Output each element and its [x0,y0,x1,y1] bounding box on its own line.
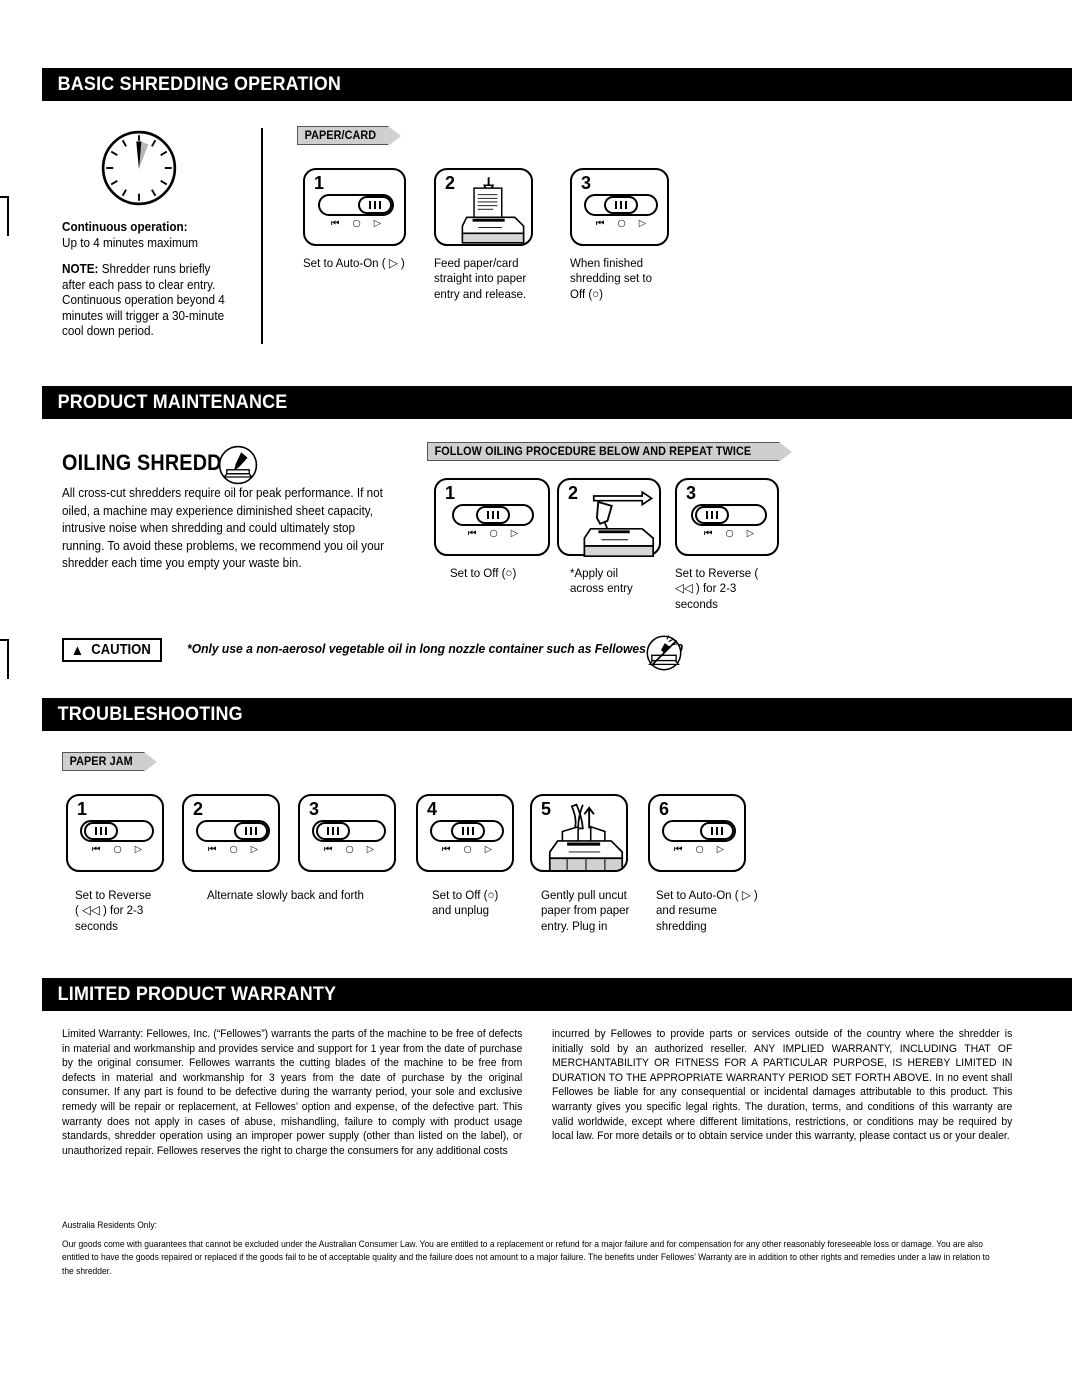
switch-mark-forward: ▷ [484,844,493,855]
oiling-shredder-body: All cross-cut shredders require oil for … [62,486,385,570]
continuous-operation-value: Up to 4 minutes maximum [62,235,199,250]
switch-mark-forward: ▷ [134,844,143,855]
continuous-operation-block: Continuous operation: Up to 4 minutes ma… [62,220,234,251]
oiling-step-3: 3 ⏮ ○ ▷ [675,478,779,556]
basic-step-1-number: 1 [314,173,325,193]
caution-text: *Only use a non-aerosol vegetable oil in… [187,641,683,656]
oiling-step-3-caption: Set to Reverse ( ◁◁ ) for 2-3 seconds [675,566,759,611]
troubleshooting-step-6-caption: Set to Auto-On ( ▷ ) and resume shreddin… [656,888,758,933]
basic-step-3: 3 ⏮ ○ ▷ [570,168,669,246]
switch-mark-off: ○ [489,528,498,539]
troubleshooting-step-4: 4 ⏮ ○ ▷ [416,794,514,872]
registration-mark-left-bottom-v [7,639,9,679]
switch-mark-reverse: ⏮ [467,528,477,539]
troubleshooting-step-4-caption: Set to Off (○) and unplug [432,888,499,918]
oil-applying-icon [575,485,661,558]
australia-body: Our goods come with guarantees that cann… [62,1239,990,1276]
switch-mark-forward: ▷ [373,218,382,229]
troubleshooting-step-5: 5 [530,794,628,872]
oiling-step-1-number: 1 [445,483,456,503]
basic-step-1-caption: Set to Auto-On ( ▷ ) [303,256,405,270]
switch-mark-reverse: ⏮ [703,528,713,539]
caution-label: CAUTION [91,642,151,658]
oiling-step-1-caption: Set to Off (○) [450,566,517,580]
switch-mark-reverse: ⏮ [673,844,683,855]
section-header-product-maintenance: PRODUCT MAINTENANCE [42,386,1072,419]
troubleshooting-step-3: 3 ⏮ ○ ▷ [298,794,396,872]
column-divider-basic [261,128,264,344]
section-header-basic-shredding: BASIC SHREDDING OPERATION [42,68,1072,101]
switch-mark-forward: ▷ [638,218,647,229]
tag-oiling-procedure-label: FOLLOW OILING PROCEDURE BELOW AND REPEAT… [434,445,752,458]
switch-mark-off: ○ [352,218,361,229]
note-label: NOTE: [62,262,99,276]
troubleshooting-step-2: 2 ⏮ ○ ▷ [182,794,280,872]
tag-paper-card-label: PAPER/CARD [304,129,377,142]
troubleshooting-step-6-number: 6 [659,799,670,819]
switch-mark-reverse: ⏮ [330,218,340,229]
switch-mark-off: ○ [345,844,354,855]
oiling-step-1: 1 ⏮ ○ ▷ [434,478,550,556]
australia-heading: Australia Residents Only: [62,1220,157,1230]
section-title-text: LIMITED PRODUCT WARRANTY [57,983,337,1005]
switch-mark-reverse: ⏮ [207,844,217,855]
section-title-text: TROUBLESHOOTING [57,703,243,725]
oiling-step-3-number: 3 [686,483,697,503]
no-aerosol-icon [645,634,683,672]
troubleshooting-step-1: 1 ⏮ ○ ▷ [66,794,164,872]
switch-mark-off: ○ [229,844,238,855]
switch-mark-off: ○ [463,844,472,855]
basic-step-2-caption: Feed paper/card straight into paper entr… [434,256,527,301]
basic-step-2-number: 2 [445,173,456,193]
troubleshooting-step-1-caption: Set to Reverse ( ◁◁ ) for 2-3 seconds [75,888,152,933]
registration-mark-left-top-v [7,196,9,236]
troubleshooting-step-5-number: 5 [541,799,552,819]
warning-triangle-icon: ▲ [70,641,85,659]
troubleshooting-step-6: 6 ⏮ ○ ▷ [648,794,746,872]
tag-oiling-procedure: FOLLOW OILING PROCEDURE BELOW AND REPEAT… [427,442,793,462]
switch-mark-forward: ▷ [366,844,375,855]
section-title-text: BASIC SHREDDING OPERATION [57,73,341,95]
switch-mark-reverse: ⏮ [323,844,333,855]
switch-mark-forward: ▷ [250,844,259,855]
warranty-column-left: Limited Warranty: Fellowes, Inc. (“Fello… [62,1028,523,1157]
clock-icon [100,129,178,207]
basic-step-2: 2 [434,168,533,246]
switch-mark-off: ○ [725,528,734,539]
basic-note-block: NOTE: Shredder runs briefly after each p… [62,262,229,340]
basic-step-3-number: 3 [581,173,592,193]
switch-mark-reverse: ⏮ [91,844,101,855]
troubleshooting-step-2-number: 2 [193,799,204,819]
oiling-step-2: 2 [557,478,661,558]
switch-mark-off: ○ [617,218,626,229]
troubleshooting-step-4-number: 4 [427,799,438,819]
switch-mark-forward: ▷ [716,844,725,855]
switch-mark-off: ○ [113,844,122,855]
shredder-feed-paper-icon [456,175,530,245]
switch-mark-forward: ▷ [510,528,519,539]
section-title-text: PRODUCT MAINTENANCE [57,391,288,413]
troubleshooting-step-5-caption: Gently pull uncut paper from paper entry… [541,888,630,933]
continuous-operation-label: Continuous operation: [62,220,188,234]
basic-step-3-caption: When finished shredding set to Off (○) [570,256,652,301]
oil-bottle-icon [218,445,258,485]
switch-mark-reverse: ⏮ [441,844,451,855]
switch-mark-off: ○ [695,844,704,855]
switch-mark-forward: ▷ [746,528,755,539]
warranty-column-right: incurred by Fellowes to provide parts or… [552,1028,1013,1143]
troubleshooting-step-3-number: 3 [309,799,320,819]
caution-badge: ▲ CAUTION [62,638,162,662]
tag-paper-card: PAPER/CARD [297,126,403,146]
switch-mark-reverse: ⏮ [595,218,605,229]
tag-paper-jam: PAPER JAM [62,752,159,772]
pull-paper-icon [545,800,626,870]
basic-step-1: 1 ⏮ ○ ▷ [303,168,406,246]
oiling-step-2-caption: *Apply oil across entry [570,566,633,596]
tag-paper-jam-label: PAPER JAM [69,755,133,768]
section-header-troubleshooting: TROUBLESHOOTING [42,698,1072,731]
section-header-limited-warranty: LIMITED PRODUCT WARRANTY [42,978,1072,1011]
troubleshooting-step-1-number: 1 [77,799,88,819]
troubleshooting-step-2-caption: Alternate slowly back and forth [207,888,364,902]
